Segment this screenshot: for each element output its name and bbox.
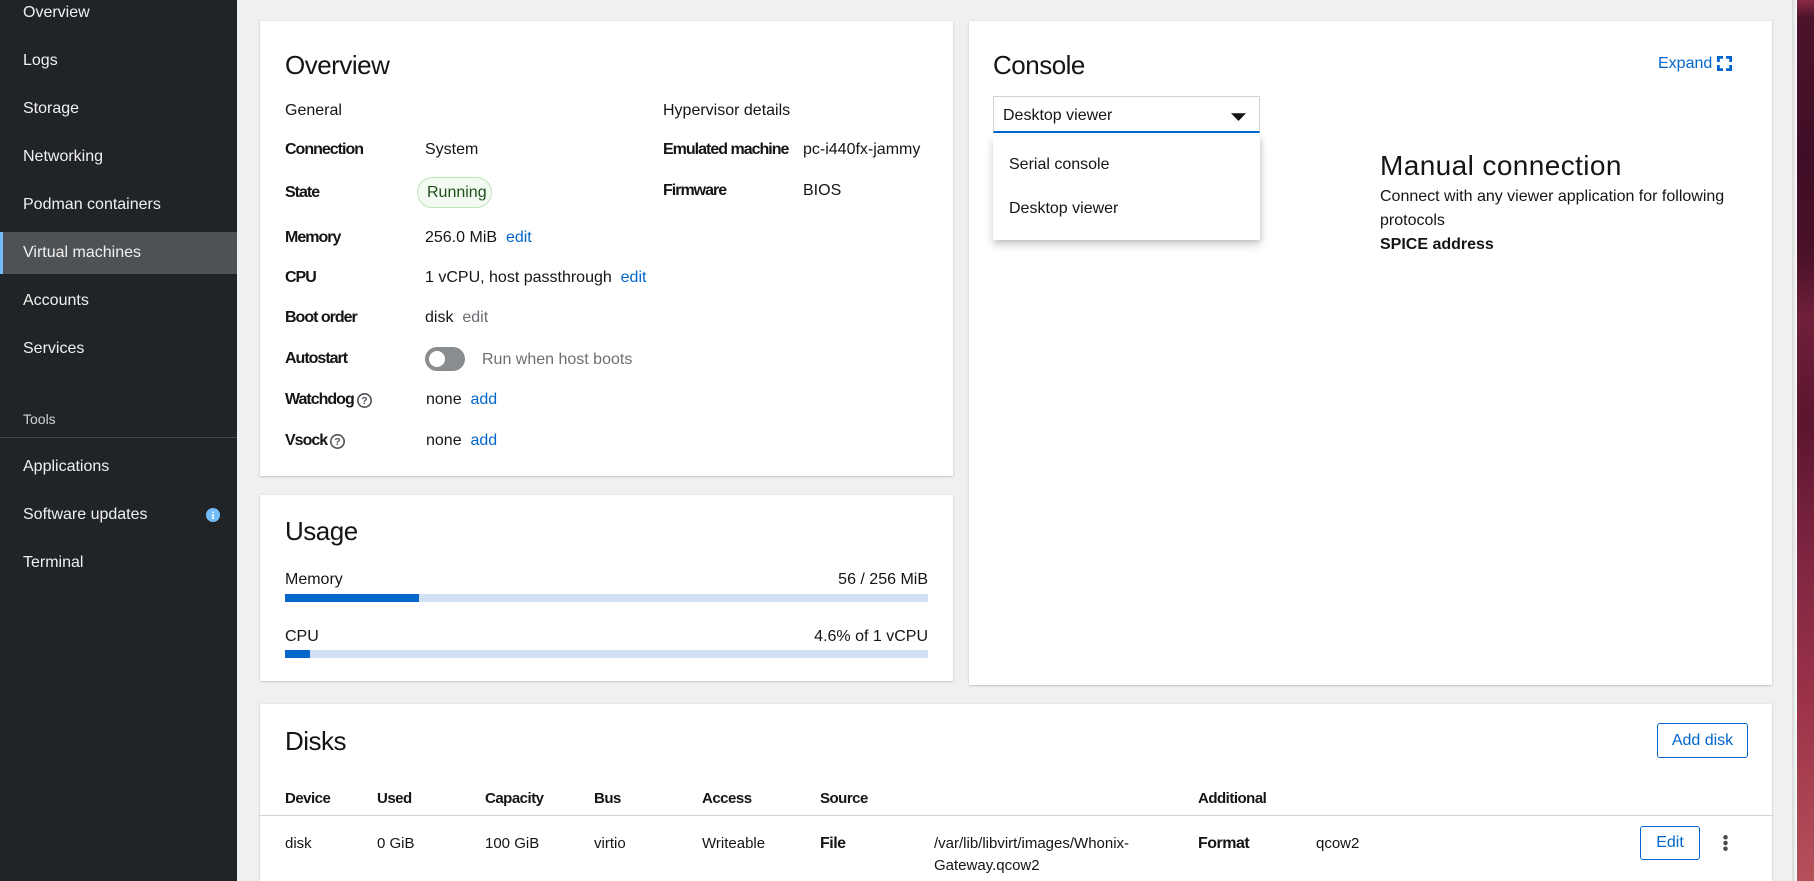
svg-text:i: i [212, 511, 215, 522]
svg-text:?: ? [334, 436, 340, 448]
svg-text:?: ? [361, 395, 367, 407]
